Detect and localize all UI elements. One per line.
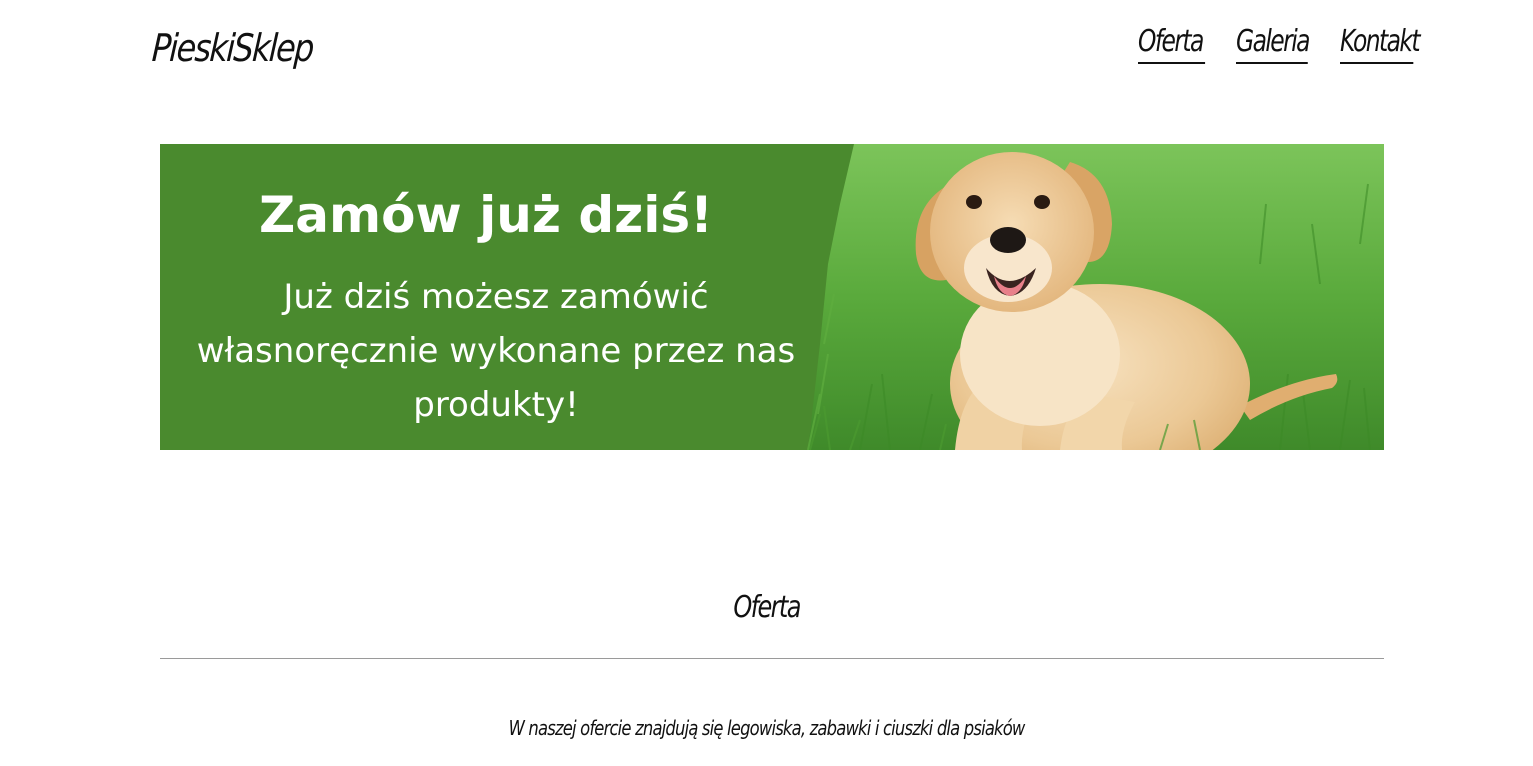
section-divider [160, 658, 1384, 659]
banner-body-text: Już dziś możesz zamówić własnoręcznie wy… [196, 277, 796, 425]
nav-link-galeria[interactable]: Galeria [1236, 24, 1310, 64]
banner-title: Zamów już dziś! [259, 186, 713, 244]
offer-description-text: W naszej ofercie znajdują się legowiska,… [508, 716, 1026, 740]
nav-link-kontakt[interactable]: Kontakt [1340, 24, 1421, 64]
offer-section-title: Oferta [0, 590, 1533, 625]
offer-description: W naszej ofercie znajdują się legowiska,… [0, 716, 1533, 740]
hero-banner: Zamów już dziś! Już dziś możesz zamówić … [160, 144, 1384, 450]
offer-section-title-text: Oferta [733, 590, 801, 625]
main-nav: Oferta Galeria Kontakt [1138, 24, 1434, 64]
page: PieskiSklep Oferta Galeria Kontakt Zamów… [0, 0, 1533, 766]
nav-link-oferta[interactable]: Oferta [1138, 24, 1206, 64]
site-logo[interactable]: PieskiSklep [151, 26, 314, 70]
